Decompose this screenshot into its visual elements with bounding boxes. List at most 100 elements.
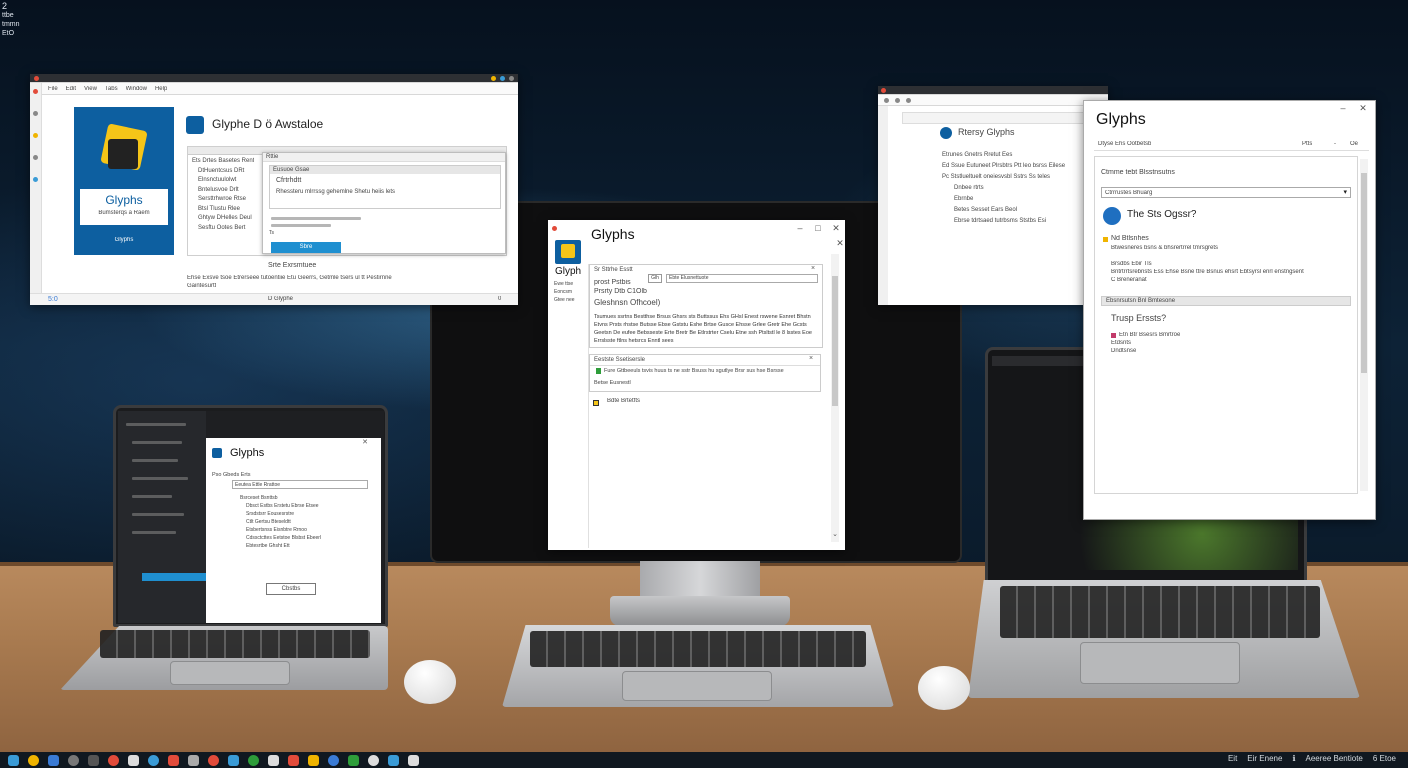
browser-icon[interactable] — [28, 754, 39, 766]
gear-icon[interactable] — [88, 754, 99, 766]
menu-file[interactable]: File — [48, 86, 58, 92]
window-glyphs-main[interactable]: – □ ✕ Glyphs ✕ Glyph Ewe ttse Eoncsm Gte… — [548, 220, 845, 550]
toolbar-icon[interactable] — [33, 177, 38, 182]
tray-item[interactable]: Eit — [1228, 754, 1237, 763]
menu-edit[interactable]: Edit — [66, 86, 76, 92]
info-icon[interactable]: ℹ — [1292, 754, 1295, 763]
window-glyphs-info[interactable]: Glyphs – ✕ Dtyse Ehs Ootbetsb Ptts - Oe … — [1083, 100, 1376, 520]
tray-item[interactable]: Eir Enene — [1247, 754, 1282, 763]
subsection-close-icon[interactable]: × — [802, 355, 820, 362]
document-icon[interactable] — [128, 754, 139, 766]
action-button[interactable]: Cbstbs — [266, 583, 316, 595]
app-icon[interactable] — [308, 754, 319, 766]
list-item[interactable]: Ebrnbe — [942, 194, 1065, 205]
list-item[interactable]: Etrunes Gnetrs Rretut Ees — [942, 150, 1065, 161]
field-input[interactable]: Eeutea Ettle Rrattoe — [232, 480, 368, 489]
toolbar-icon[interactable] — [33, 155, 38, 160]
close-icon[interactable] — [34, 75, 39, 81]
close-icon[interactable]: ✕ — [356, 438, 374, 446]
list-item[interactable]: Ebrse tdrtsaed tutrbsms Ststbs Esi — [942, 216, 1065, 227]
menu-help[interactable]: Help — [155, 86, 167, 92]
toolbar-icon[interactable] — [884, 97, 889, 103]
list-item[interactable]: Ed Ssue Eutuneet Plrsbtrs Ptt leo bsrss … — [942, 161, 1065, 172]
app-icon[interactable] — [348, 754, 359, 766]
start-icon[interactable] — [8, 754, 19, 766]
toolbar-icon[interactable] — [33, 133, 38, 138]
bottom-item[interactable]: Bdte Brtetfts — [607, 398, 640, 404]
tree-item[interactable]: Etsbertsnss Eisnbtre Rrnoo — [240, 526, 321, 534]
control-label[interactable]: Oe — [1350, 141, 1358, 147]
mouse-right[interactable] — [918, 666, 970, 710]
tree-item[interactable]: DtHuentcsus DRt — [192, 167, 254, 177]
menu-window[interactable]: Window — [126, 86, 147, 92]
menu-tabs[interactable]: Tabs — [105, 86, 118, 92]
app-icon[interactable] — [408, 754, 419, 766]
toolbar-icon[interactable] — [895, 97, 900, 103]
list-item[interactable]: Betes Sesset Ears Beol — [942, 205, 1065, 216]
selected-row[interactable] — [142, 573, 206, 581]
app-icon[interactable] — [188, 754, 199, 766]
app-icon[interactable] — [148, 754, 159, 766]
tree-item[interactable]: Btsl Tlustu Rlee — [192, 205, 254, 215]
app-icon[interactable] — [268, 754, 279, 766]
primary-button[interactable]: Sbre — [271, 242, 341, 253]
control-label[interactable]: - — [1334, 141, 1336, 147]
close-panel-icon[interactable]: ✕ — [831, 238, 845, 249]
list-item[interactable]: Dnbee rtrts — [942, 183, 1065, 194]
tree-item[interactable]: Cdssctcttes Eetstoe Blsbst Ebeerl — [240, 534, 321, 542]
breadcrumb[interactable]: Dtyse Ehs Ootbetsb — [1098, 141, 1151, 147]
tree-item[interactable]: Ets Drtes Basetes Rent — [192, 157, 254, 167]
window-glyphs-browser[interactable]: File Edit View Tabs Window Help Glyphs B… — [30, 74, 518, 305]
tree-item[interactable]: Elnsnctuulolwt — [192, 176, 254, 186]
bottom-item[interactable]: Etn Btr Bsesrs Bmrtroe — [1119, 332, 1180, 338]
toolbar-icon[interactable] — [33, 89, 38, 94]
tree-item[interactable]: Bsrceset Bsnttsb — [240, 494, 321, 502]
dialog-panel[interactable]: Rttie Eusuoe Gsae Cfrtrhdtt Rhessteru ml… — [262, 152, 506, 254]
secondary-button[interactable]: Ts — [269, 230, 309, 236]
window-titlebar[interactable] — [878, 86, 1108, 95]
app-icon[interactable] — [288, 754, 299, 766]
window-titlebar[interactable] — [30, 74, 518, 83]
tree-item[interactable]: Ebtesrtbe Ghsht Ett — [240, 542, 321, 550]
chevron-down-icon[interactable]: ⌄ — [826, 530, 844, 538]
close-icon[interactable] — [881, 87, 886, 93]
section-bar[interactable]: Ebsnrsutsn Bnl Bmtesone — [1101, 296, 1351, 306]
app-icon[interactable] — [248, 754, 259, 766]
maximize-icon[interactable]: □ — [809, 223, 827, 233]
tree-item[interactable]: Sesftu Ootes Bert — [192, 224, 254, 234]
menu-view[interactable]: View — [84, 86, 97, 92]
app-icon[interactable] — [168, 754, 179, 766]
close-icon[interactable]: ✕ — [827, 223, 845, 234]
app-icon[interactable] — [368, 754, 379, 766]
tray-item[interactable]: 6 Etoe — [1373, 754, 1396, 763]
window-rtersy-glyphs[interactable]: Rtersy Glyphs Etrunes Gnetrs Rretut Ees … — [878, 86, 1108, 305]
scrollbar-thumb[interactable] — [832, 276, 838, 406]
tree-item[interactable]: Ctlt Gertsu Bteseldtt — [240, 518, 321, 526]
dropdown[interactable]: Ctrrrustes Bhuarg ▾ — [1101, 187, 1351, 198]
close-icon[interactable]: ✕ — [1354, 103, 1372, 114]
tree-item[interactable]: Ghtyw DHelles Deul — [192, 214, 254, 224]
scrollbar[interactable]: ⌄ — [831, 254, 839, 542]
toolbar-icon[interactable] — [33, 111, 38, 116]
tree-item[interactable]: Sersttrhwroe Rtse — [192, 195, 254, 205]
settings-icon[interactable] — [68, 754, 79, 766]
list-item[interactable]: Pc Ststlueltuelt oneiesvsbl Sstrs Ss tel… — [942, 172, 1065, 183]
section-close-icon[interactable]: × — [804, 265, 822, 272]
mouse-left[interactable] — [404, 660, 456, 704]
tree-item[interactable]: Dbsct Estbs Erstetu Ebrse Etsee — [240, 502, 321, 510]
minimize-icon[interactable]: – — [791, 223, 809, 233]
control-label[interactable]: Ptts — [1302, 141, 1312, 147]
files-icon[interactable] — [48, 754, 59, 766]
tray-clock[interactable]: Aeeree Bentiote — [1305, 754, 1362, 763]
app-icon[interactable] — [388, 754, 399, 766]
minimize-icon[interactable]: – — [1334, 103, 1352, 113]
window-glyphs-laptop[interactable]: Glyphs ✕ Pso Gbeds Erts Eeutea Ettle Rra… — [206, 438, 381, 623]
close-icon[interactable] — [552, 225, 557, 231]
toolbar-icon[interactable] — [906, 97, 911, 103]
scrollbar-thumb[interactable] — [1361, 173, 1367, 373]
app-icon[interactable] — [208, 754, 219, 766]
app-icon[interactable] — [108, 754, 119, 766]
tree-item[interactable]: Bntelusvoe Drlt — [192, 186, 254, 196]
scrollbar[interactable] — [1360, 159, 1368, 491]
tree-item[interactable]: Srsdstsrr Eousesrstre — [240, 510, 321, 518]
